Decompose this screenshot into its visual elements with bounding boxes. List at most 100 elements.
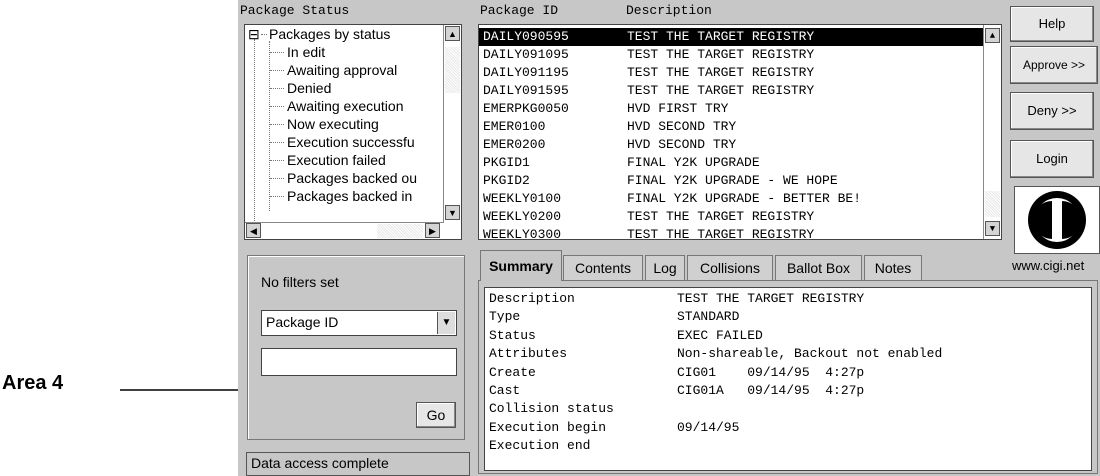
tree-collapse-icon[interactable]: ⊟	[248, 25, 260, 43]
summary-row: Attributes Non-shareable, Backout not ena…	[489, 345, 1079, 363]
package-row[interactable]: WEEKLY0300 TEST THE TARGET REGISTRY	[479, 226, 983, 240]
summary-value: Non-shareable, Backout not enabled	[677, 346, 943, 362]
login-button[interactable]: Login	[1010, 140, 1094, 178]
status-bar: Data access complete	[246, 452, 470, 476]
tree-connector-left	[254, 39, 255, 221]
package-list[interactable]: DAILY090595 TEST THE TARGET REGISTRY DAILY…	[478, 24, 1002, 240]
filter-status: No filters set	[261, 274, 339, 290]
package-status-tree[interactable]: ⊟ Packages by status In edit Awaiting app…	[244, 24, 462, 240]
summary-label: Execution begin	[489, 419, 607, 435]
tree-item[interactable]: In edit	[287, 43, 325, 61]
summary-row: Description TEST THE TARGET REGISTRY	[489, 290, 1079, 308]
package-description: FINAL Y2K UPGRADE	[627, 155, 760, 170]
package-id: WEEKLY0100	[483, 191, 562, 206]
tree-branch-connector	[270, 70, 284, 71]
tab-contents[interactable]: Contents	[563, 255, 643, 280]
tree-root-connector	[261, 34, 267, 35]
tab-collisions[interactable]: Collisions	[687, 255, 773, 280]
go-button[interactable]: Go	[416, 402, 456, 428]
package-row[interactable]: PKGID1 FINAL Y2K UPGRADE	[479, 154, 983, 172]
summary-label: Cast	[489, 383, 521, 398]
tree-item[interactable]: Execution successfu	[287, 133, 415, 151]
description-header: Description	[626, 3, 712, 18]
package-row[interactable]: EMER0200 HVD SECOND TRY	[479, 136, 983, 154]
package-description: TEST THE TARGET REGISTRY	[627, 47, 815, 62]
tree-item[interactable]: Awaiting execution	[287, 97, 403, 115]
package-id: EMER0100	[483, 119, 546, 134]
package-description: TEST THE TARGET REGISTRY	[627, 65, 815, 80]
package-row[interactable]: WEEKLY0200 TEST THE TARGET REGISTRY	[479, 208, 983, 226]
package-row[interactable]: EMER0100 HVD SECOND TRY	[479, 118, 983, 136]
summary-label: Collision status	[489, 401, 614, 417]
package-id: DAILY091595	[483, 83, 569, 98]
package-row[interactable]: WEEKLY0100 FINAL Y2K UPGRADE - BETTER BE!	[479, 190, 983, 208]
tab-summary[interactable]: Summary	[480, 250, 562, 281]
summary-label: Execution end	[489, 438, 591, 454]
package-description: HVD FIRST TRY	[627, 101, 729, 116]
tree-vertical-scrollbar[interactable]: ▲ ▼	[443, 25, 461, 223]
tree-branch-connector	[270, 160, 284, 161]
tree-branch-connector	[270, 124, 284, 125]
tree-branch-connector	[270, 196, 284, 197]
logo-icon	[1028, 191, 1086, 249]
package-row[interactable]: EMERPKG0050 HVD FIRST TRY	[479, 100, 983, 118]
package-description: FINAL Y2K UPGRADE - WE HOPE	[627, 173, 838, 188]
summary-row: Execution end	[489, 437, 1079, 455]
package-row[interactable]: DAILY090595 TEST THE TARGET REGISTRY	[479, 28, 983, 46]
package-description: TEST THE TARGET REGISTRY	[627, 227, 815, 240]
package-description: FINAL Y2K UPGRADE - BETTER BE!	[627, 191, 862, 206]
list-vertical-scrollbar[interactable]: ▲ ▼	[983, 25, 1001, 239]
tree-item[interactable]: Now executing	[287, 115, 379, 133]
tree-scroll-up-icon[interactable]: ▲	[445, 26, 460, 41]
tab-log[interactable]: Log	[645, 255, 685, 280]
package-description: HVD SECOND TRY	[627, 137, 737, 152]
tree-content: ⊟ Packages by status In edit Awaiting app…	[245, 25, 443, 223]
filter-panel: No filters set Package ID ▼ Go	[247, 255, 465, 440]
tree-connector	[269, 41, 270, 211]
tree-horizontal-scrollbar[interactable]: ◀ ▶	[245, 222, 443, 239]
package-row[interactable]: DAILY091595 TEST THE TARGET REGISTRY	[479, 82, 983, 100]
filter-value-input[interactable]	[261, 348, 457, 376]
package-row[interactable]: PKGID2 FINAL Y2K UPGRADE - WE HOPE	[479, 172, 983, 190]
summary-content: Description TEST THE TARGET REGISTRY Type S…	[484, 287, 1092, 471]
summary-value: EXEC FAILED	[677, 327, 763, 343]
package-id: EMERPKG0050	[483, 101, 569, 116]
tab-ballot-box[interactable]: Ballot Box	[775, 255, 862, 280]
tab-notes[interactable]: Notes	[864, 255, 922, 280]
package-row[interactable]: DAILY091095 TEST THE TARGET REGISTRY	[479, 46, 983, 64]
tree-item[interactable]: Packages backed in	[287, 187, 412, 205]
package-id: DAILY091095	[483, 47, 569, 62]
tree-hscroll-track	[377, 224, 423, 238]
tree-scroll-down-icon[interactable]: ▼	[445, 205, 460, 220]
tree-branch-connector	[270, 52, 284, 53]
summary-row: Create CIG01 09/14/95 4:27p	[489, 364, 1079, 382]
package-row[interactable]: DAILY091195 TEST THE TARGET REGISTRY	[479, 64, 983, 82]
list-scroll-down-icon[interactable]: ▼	[985, 221, 1000, 236]
summary-value: STANDARD	[677, 309, 740, 325]
summary-label: Status	[489, 327, 536, 343]
summary-row: Collision status	[489, 400, 1079, 418]
help-button[interactable]: Help	[1010, 6, 1094, 42]
dropdown-arrow-icon[interactable]: ▼	[437, 312, 455, 334]
brand-url: www.cigi.net	[1012, 258, 1085, 273]
tree-item[interactable]: Awaiting approval	[287, 61, 397, 79]
package-id-header: Package ID	[480, 3, 559, 18]
tree-item[interactable]: Execution failed	[287, 151, 386, 169]
summary-label: Description	[489, 291, 575, 306]
tree-branch-connector	[270, 88, 284, 89]
summary-label: Type	[489, 309, 521, 325]
summary-value: TEST THE TARGET REGISTRY	[677, 291, 865, 306]
tree-root[interactable]: Packages by status	[269, 25, 390, 43]
filter-field-select[interactable]: Package ID ▼	[261, 310, 457, 336]
tree-item[interactable]: Packages backed ou	[287, 169, 417, 187]
tree-scroll-left-icon[interactable]: ◀	[246, 223, 261, 238]
package-description: HVD SECOND TRY	[627, 119, 737, 134]
tree-scroll-right-icon[interactable]: ▶	[425, 223, 440, 238]
package-id: EMER0200	[483, 137, 546, 152]
list-scroll-up-icon[interactable]: ▲	[985, 28, 1000, 43]
list-scroll-track	[985, 191, 1000, 217]
tree-item[interactable]: Denied	[287, 79, 331, 97]
summary-value: CIG01 09/14/95 4:27p	[677, 364, 865, 380]
approve-button[interactable]: Approve >>	[1010, 46, 1098, 84]
deny-button[interactable]: Deny >>	[1010, 92, 1094, 130]
